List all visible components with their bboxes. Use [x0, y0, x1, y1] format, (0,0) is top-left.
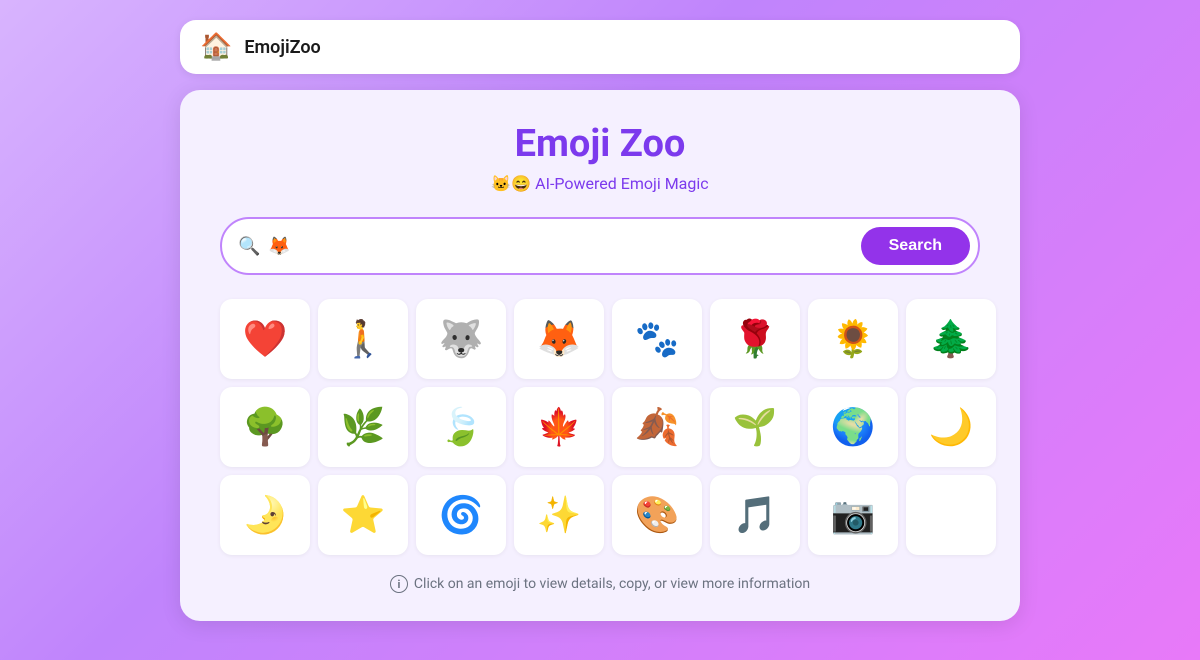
emoji-cell-music[interactable]: 🎵 [710, 475, 800, 555]
emoji-cell-rose[interactable]: 🌹 [710, 299, 800, 379]
emoji-cell-earth[interactable]: 🌍 [808, 387, 898, 467]
emoji-cell-heart[interactable]: ❤️ [220, 299, 310, 379]
emoji-cell-herb[interactable]: 🌿 [318, 387, 408, 467]
emoji-cell-seedling[interactable]: 🌱 [710, 387, 800, 467]
footer-hint: i Click on an emoji to view details, cop… [220, 575, 980, 593]
emoji-cell-walking[interactable]: 🚶 [318, 299, 408, 379]
hero-subtitle-text: AI-Powered Emoji Magic [535, 174, 708, 193]
emoji-cell-tree[interactable]: 🌳 [220, 387, 310, 467]
emoji-cell-camera[interactable]: 📷 [808, 475, 898, 555]
emoji-cell-maple[interactable]: 🍁 [514, 387, 604, 467]
nav-logo-icon: 🏠 [200, 32, 232, 62]
emoji-cell-crescent[interactable]: 🌙 [906, 387, 996, 467]
nav-bar: 🏠 EmojiZoo [180, 20, 1020, 74]
search-icon: 🔍 [238, 236, 260, 257]
emoji-cell-paws[interactable]: 🐾 [612, 299, 702, 379]
hero-subtitle: 🐱😄 AI-Powered Emoji Magic [220, 174, 980, 193]
emoji-cell-fox[interactable]: 🦊 [514, 299, 604, 379]
hero-title: Emoji Zoo [220, 122, 980, 166]
emoji-cell-moon-face[interactable]: 🌛 [220, 475, 310, 555]
hero-subtitle-emojis: 🐱😄 [491, 174, 531, 193]
emoji-cell-sparkles[interactable]: ✨ [514, 475, 604, 555]
main-card: Emoji Zoo 🐱😄 AI-Powered Emoji Magic 🔍 Se… [180, 90, 1020, 621]
search-input[interactable] [268, 236, 860, 257]
emoji-cell-evergreen[interactable]: 🌲 [906, 299, 996, 379]
info-icon: i [390, 575, 408, 593]
emoji-cell-leaf[interactable]: 🍃 [416, 387, 506, 467]
search-button[interactable]: Search [861, 227, 970, 265]
emoji-grid: ❤️ 🚶 🐺 🦊 🐾 🌹 🌻 🌲 🌳 🌿 🍃 🍁 🍂 🌱 🌍 🌙 🌛 ⭐ 🌀 ✨… [220, 299, 980, 555]
footer-hint-text: Click on an emoji to view details, copy,… [414, 576, 810, 592]
emoji-cell-empty [906, 475, 996, 555]
search-bar: 🔍 Search [220, 217, 980, 275]
nav-title: EmojiZoo [244, 37, 320, 58]
emoji-cell-galaxy[interactable]: 🌀 [416, 475, 506, 555]
emoji-cell-star[interactable]: ⭐ [318, 475, 408, 555]
emoji-cell-sunflower[interactable]: 🌻 [808, 299, 898, 379]
emoji-cell-palette[interactable]: 🎨 [612, 475, 702, 555]
emoji-cell-fallen-leaf[interactable]: 🍂 [612, 387, 702, 467]
emoji-cell-wolf[interactable]: 🐺 [416, 299, 506, 379]
